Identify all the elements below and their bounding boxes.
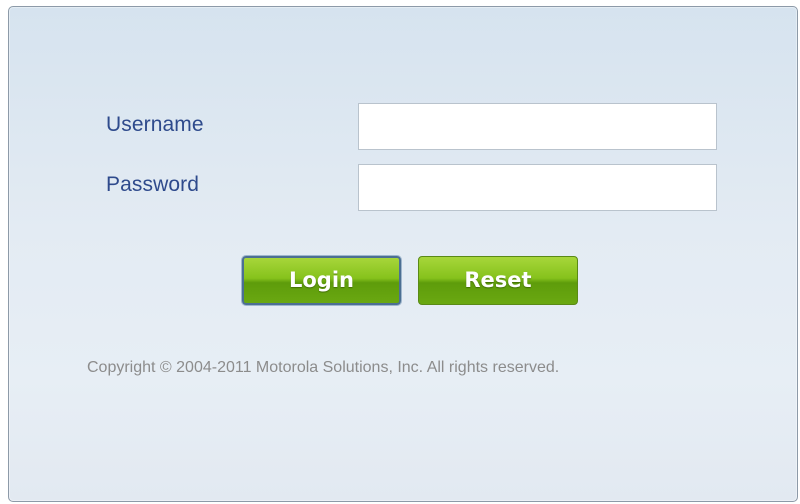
login-button[interactable]: Login [242, 256, 401, 305]
password-input[interactable] [358, 164, 717, 211]
username-label: Username [106, 113, 204, 136]
reset-button[interactable]: Reset [418, 256, 578, 305]
login-panel: Username Password Login Reset Copyright … [8, 6, 798, 502]
username-input[interactable] [358, 103, 717, 150]
password-label: Password [106, 173, 200, 196]
copyright-text: Copyright © 2004-2011 Motorola Solutions… [87, 359, 560, 376]
